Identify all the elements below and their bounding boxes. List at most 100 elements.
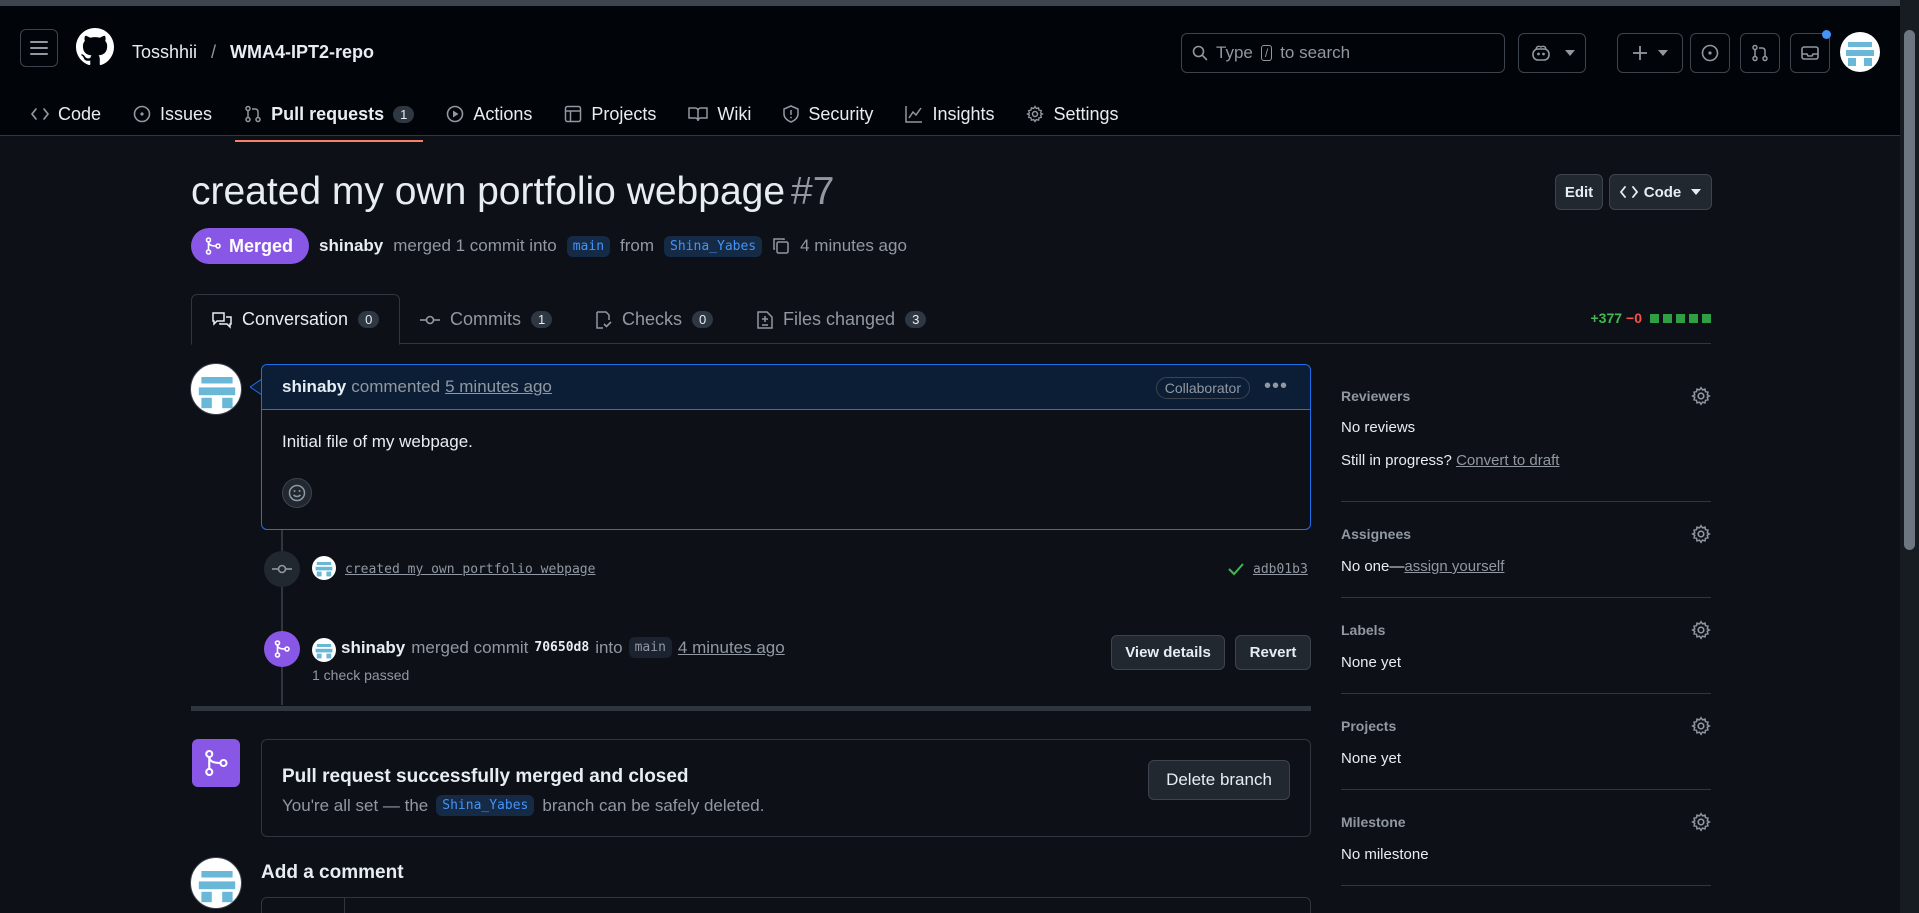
revert-button[interactable]: Revert	[1235, 635, 1311, 670]
pr-author-link[interactable]: shinaby	[319, 236, 383, 256]
tab-actions[interactable]: Actions	[437, 94, 541, 134]
merge-sha-link[interactable]: 70650d8	[534, 640, 589, 655]
edit-button[interactable]: Edit	[1555, 174, 1603, 210]
pr-tabs: Conversation 0 Commits 1 Checks 0 Files …	[191, 294, 1711, 345]
reviewers-title[interactable]: Reviewers	[1341, 388, 1410, 404]
assignees-pre: No one—	[1341, 558, 1405, 575]
commit-sha-link[interactable]: adb01b3	[1253, 562, 1308, 577]
diffstat: +377 −0	[1590, 310, 1711, 326]
tab-conversation[interactable]: Conversation 0	[191, 294, 401, 345]
delete-branch-button[interactable]: Delete branch	[1148, 760, 1290, 800]
commit-message-link[interactable]: created my own portfolio webpage	[345, 562, 595, 577]
merge-author-link[interactable]: shinaby	[341, 638, 405, 658]
book-icon	[688, 107, 709, 122]
projects-section: Projects None yet	[1341, 694, 1711, 790]
assign-yourself-link[interactable]: assign yourself	[1404, 558, 1504, 575]
tab-code[interactable]: Code	[22, 94, 110, 134]
menu-button[interactable]	[20, 29, 58, 67]
gear-icon[interactable]	[1691, 386, 1711, 406]
page-scrollbar[interactable]	[1900, 0, 1919, 913]
add-reaction-button[interactable]	[282, 478, 312, 508]
head-branch-label[interactable]: Shina_Yabes	[436, 795, 535, 816]
avatar[interactable]	[190, 857, 242, 909]
tab-security[interactable]: Security	[774, 94, 882, 134]
code-icon	[1619, 186, 1638, 198]
tab-count: 0	[692, 311, 714, 328]
merge-verb: merged commit	[411, 637, 529, 657]
user-avatar[interactable]	[1840, 32, 1880, 72]
role-badge: Collaborator	[1155, 377, 1250, 399]
diffstat-deletions: −0	[1626, 310, 1642, 326]
head-branch-label[interactable]: Shina_Yabes	[664, 235, 763, 257]
tab-projects[interactable]: Projects	[555, 94, 665, 134]
view-details-button[interactable]: View details	[1111, 635, 1225, 670]
reviewers-section: Reviewers No reviews Still in progress? …	[1341, 364, 1711, 502]
tab-checks[interactable]: Checks 0	[574, 294, 733, 345]
tab-issues[interactable]: Issues	[124, 94, 221, 134]
scrollbar-thumb[interactable]	[1904, 30, 1915, 550]
issues-button[interactable]	[1690, 33, 1730, 73]
merged-status-icon-box	[192, 739, 240, 787]
tab-files-changed[interactable]: Files changed 3	[737, 294, 946, 345]
plus-icon	[1633, 46, 1647, 60]
milestone-value: No milestone	[1341, 846, 1429, 863]
search-input[interactable]: Type / to search	[1181, 33, 1505, 73]
notification-dot	[1822, 30, 1831, 39]
owner-link[interactable]: Tosshhii	[132, 42, 197, 63]
tab-settings[interactable]: Settings	[1017, 94, 1127, 134]
comment-author-link[interactable]: shinaby	[282, 377, 346, 397]
pr-title-text: created my own portfolio webpage	[191, 170, 786, 213]
gear-icon[interactable]	[1691, 812, 1711, 832]
more-options-icon[interactable]: •••	[1264, 376, 1288, 396]
search-icon	[1192, 45, 1208, 61]
create-new-button[interactable]	[1617, 33, 1683, 73]
merge-status-card: Pull request successfully merged and clo…	[261, 739, 1311, 837]
editor-tab[interactable]	[262, 898, 345, 913]
inbox-button[interactable]	[1790, 33, 1830, 73]
gear-icon[interactable]	[1691, 524, 1711, 544]
tab-pull-requests[interactable]: Pull requests 1	[235, 94, 424, 142]
copy-icon[interactable]	[772, 237, 790, 255]
comment-editor[interactable]	[261, 897, 1311, 913]
copilot-button[interactable]	[1518, 33, 1586, 73]
tab-count: 0	[358, 311, 380, 328]
tab-commits[interactable]: Commits 1	[400, 294, 572, 345]
merge-status-title: Pull request successfully merged and clo…	[282, 766, 689, 787]
diffstat-block	[1676, 313, 1685, 323]
base-branch-label[interactable]: main	[566, 235, 611, 257]
labels-title[interactable]: Labels	[1341, 622, 1385, 638]
tab-wiki[interactable]: Wiki	[679, 94, 760, 134]
timeline-divider	[191, 706, 1311, 711]
code-label: Code	[1643, 183, 1682, 201]
github-logo-icon[interactable]	[76, 28, 114, 66]
milestone-title[interactable]: Milestone	[1341, 814, 1406, 830]
gear-icon[interactable]	[1691, 620, 1711, 640]
avatar[interactable]	[312, 556, 336, 580]
tab-label: Commits	[450, 309, 521, 329]
comment-timestamp-link[interactable]: 5 minutes ago	[445, 377, 552, 397]
projects-title[interactable]: Projects	[1341, 718, 1396, 734]
tab-label: Checks	[622, 309, 683, 329]
merge-branch-label[interactable]: main	[628, 637, 672, 658]
play-icon	[447, 105, 464, 123]
assignees-title[interactable]: Assignees	[1341, 526, 1411, 542]
code-button[interactable]: Code	[1609, 174, 1712, 210]
tab-count: 1	[531, 311, 553, 328]
projects-value: None yet	[1341, 750, 1402, 767]
avatar[interactable]	[190, 363, 242, 415]
check-icon	[1228, 563, 1244, 576]
convert-to-draft-link[interactable]: Convert to draft	[1456, 452, 1559, 469]
file-diff-icon	[757, 310, 773, 329]
repo-link[interactable]: WMA4-IPT2-repo	[230, 42, 374, 63]
pull-requests-button[interactable]	[1740, 33, 1780, 73]
comment-body: Initial file of my webpage.	[282, 432, 473, 451]
revert-label: Revert	[1249, 644, 1297, 661]
tab-insights[interactable]: Insights	[896, 94, 1003, 134]
breadcrumb: Tosshhii / WMA4-IPT2-repo	[132, 42, 374, 63]
avatar[interactable]	[312, 638, 336, 662]
merge-time-link[interactable]: 4 minutes ago	[678, 638, 785, 658]
shield-icon	[783, 105, 800, 123]
git-merge-icon	[205, 749, 228, 777]
checks-status[interactable]: 1 check passed	[312, 667, 409, 683]
gear-icon[interactable]	[1691, 716, 1711, 736]
